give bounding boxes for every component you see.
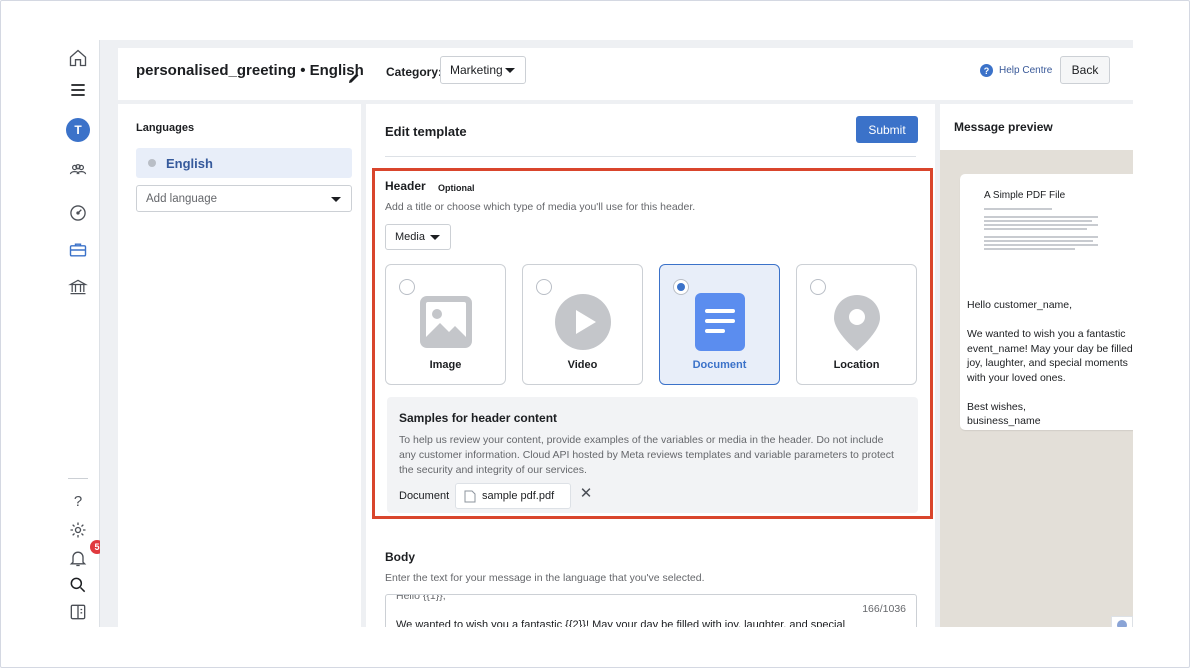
category-value: Marketing (450, 63, 503, 77)
bank-icon[interactable] (66, 275, 90, 299)
samples-title: Samples for header content (399, 411, 558, 425)
status-dot (148, 159, 156, 167)
divider (385, 156, 916, 157)
add-language-select[interactable]: Add language (136, 185, 352, 212)
body-subtitle: Enter the text for your message in the l… (385, 572, 705, 584)
play-icon (555, 294, 611, 350)
header-type-select[interactable]: Media (385, 224, 451, 250)
notification-count: 5 (94, 542, 100, 552)
media-option-image[interactable]: Image (385, 264, 506, 385)
preview-message-text: Hello customer_name, We wanted to wish y… (967, 298, 1133, 429)
remove-file-icon[interactable]: ✕ (579, 486, 593, 501)
languages-panel: Languages English Add language (118, 100, 361, 627)
optional-tag: Optional (438, 183, 475, 193)
search-icon[interactable] (66, 573, 90, 597)
radio-image[interactable] (399, 279, 415, 295)
briefcase-icon[interactable] (66, 238, 90, 262)
message-preview-panel: Message preview A Simple PDF File Hello … (940, 100, 1133, 627)
back-button[interactable]: Back (1060, 56, 1110, 84)
media-option-document[interactable]: Document (659, 264, 780, 385)
char-count: 166/1036 (862, 603, 906, 615)
header-section-highlight: Header Optional Add a title or choose wh… (372, 168, 933, 519)
submit-button[interactable]: Submit (856, 116, 918, 143)
sidebar-divider (68, 478, 88, 479)
pencil-icon[interactable] (348, 72, 360, 84)
menu-icon[interactable] (66, 78, 90, 102)
add-language-placeholder: Add language (146, 192, 217, 205)
media-label: Video (567, 359, 598, 371)
pdf-thumbnail (984, 208, 1098, 252)
preview-line: business_name (967, 415, 1041, 427)
media-option-location[interactable]: Location (796, 264, 917, 385)
file-icon (464, 490, 476, 502)
template-editor-app: personalised_greeting • English Category… (100, 40, 1133, 627)
body-text: We wanted to wish you a fantastic {{2}}!… (396, 619, 846, 627)
help-icon[interactable]: ? (66, 489, 90, 513)
body-title: Body (385, 550, 415, 564)
people-icon[interactable] (66, 158, 90, 182)
language-label: English (166, 155, 213, 171)
chevron-down-icon (430, 235, 440, 240)
category-label: Category: (386, 65, 443, 79)
panel-icon[interactable] (66, 600, 90, 624)
message-bubble: A Simple PDF File Hello customer_name, W… (960, 174, 1133, 430)
media-label: Location (833, 359, 880, 371)
help-glyph: ? (73, 492, 83, 510)
edit-template-title: Edit template (385, 124, 467, 139)
document-label: Document (399, 490, 450, 502)
preview-line: Best wishes, (967, 400, 1026, 413)
file-name: sample pdf.pdf (482, 490, 555, 502)
header-type-value: Media (395, 231, 425, 243)
language-item-english[interactable]: English (136, 148, 352, 178)
document-icon (695, 293, 745, 351)
category-select[interactable]: Marketing (440, 56, 526, 84)
preview-line: event_name! May your day be filled (967, 342, 1133, 355)
help-centre-link[interactable]: ? Help Centre (980, 64, 1052, 77)
media-option-video[interactable]: Video (522, 264, 643, 385)
preview-line: Hello customer_name, (967, 299, 1073, 311)
radio-video[interactable] (536, 279, 552, 295)
location-pin-icon (834, 295, 880, 351)
file-chip[interactable]: sample pdf.pdf (455, 483, 571, 509)
image-icon (420, 296, 472, 348)
body-textarea[interactable]: Hello {{1}}, 166/1036 We wanted to wish … (385, 594, 917, 627)
pdf-title: A Simple PDF File (984, 190, 1066, 201)
globe-icon[interactable] (1111, 616, 1133, 627)
chat-background: A Simple PDF File Hello customer_name, W… (940, 150, 1133, 627)
home-icon[interactable] (66, 46, 90, 70)
chevron-down-icon (505, 68, 515, 73)
template-name: personalised_greeting • English (136, 62, 364, 79)
header-title: Header (385, 179, 426, 193)
top-bar: personalised_greeting • English Category… (118, 48, 1133, 100)
gear-icon[interactable] (66, 518, 90, 542)
preview-line: with your loved ones. (967, 371, 1066, 384)
radio-location[interactable] (810, 279, 826, 295)
app-sidebar: T ? 5 (56, 40, 104, 627)
dashboard-icon[interactable] (66, 201, 90, 225)
chevron-down-icon (331, 196, 341, 202)
avatar-initial: T (74, 123, 82, 137)
languages-title: Languages (136, 122, 195, 134)
preview-line: We wanted to wish you a fantastic (967, 328, 1126, 340)
preview-line: joy, laughter, and special moments (967, 357, 1128, 369)
body-first-line: Hello {{1}}, (396, 594, 446, 602)
edit-template-panel: Edit template Submit Header Optional Add… (366, 100, 935, 627)
radio-document[interactable] (673, 279, 689, 295)
avatar[interactable]: T (66, 118, 90, 142)
samples-section: Samples for header content To help us re… (387, 397, 918, 513)
help-centre-label: Help Centre (999, 65, 1053, 76)
header-subtitle: Add a title or choose which type of medi… (385, 201, 696, 213)
media-label: Image (429, 359, 462, 371)
samples-description: To help us review your content, provide … (399, 434, 894, 476)
media-label: Document (692, 359, 747, 371)
preview-title: Message preview (954, 120, 1053, 134)
help-circle-icon: ? (980, 64, 993, 77)
bell-icon[interactable]: 5 (66, 540, 104, 570)
